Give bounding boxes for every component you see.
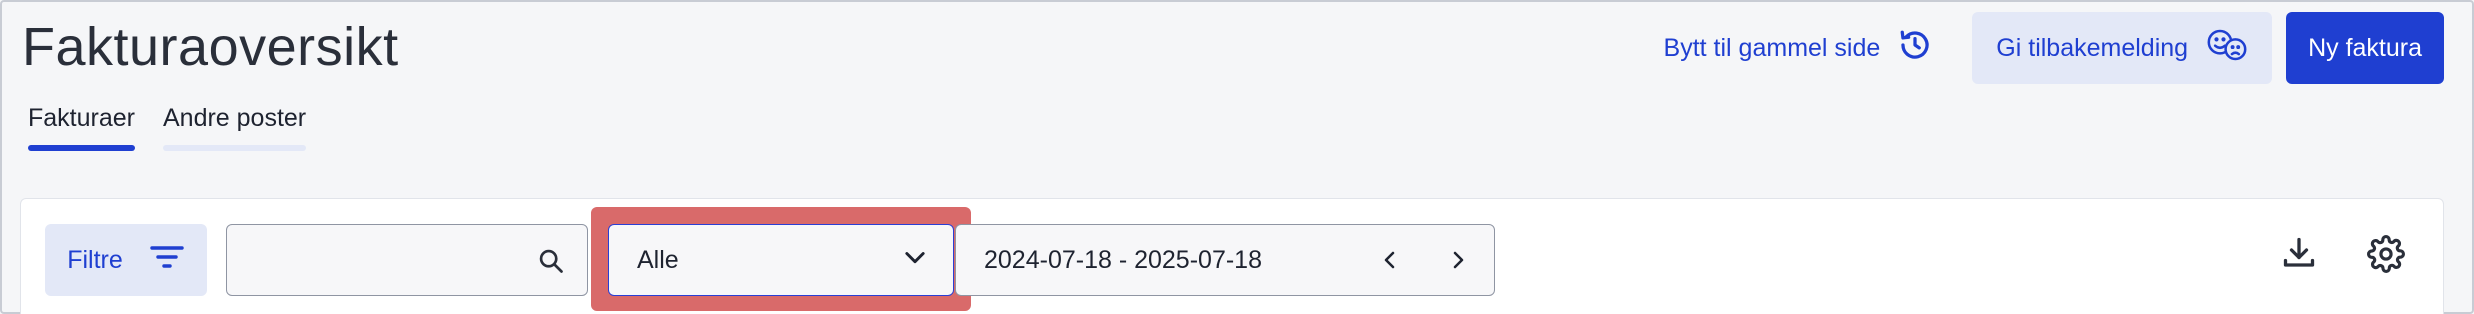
search-field — [226, 224, 588, 296]
date-range-value: 2024-07-18 - 2025-07-18 — [984, 245, 1262, 274]
tab-indicator — [162, 145, 307, 151]
filter-panel: Filtre Alle 2024-07-18 - 2025-07-18 — [20, 198, 2444, 314]
search-input[interactable] — [227, 225, 587, 295]
chevron-right-icon[interactable] — [1446, 248, 1470, 272]
switch-old-page-label: Bytt til gammel side — [1663, 33, 1881, 62]
header-actions: Bytt til gammel side Gi tilbakemelding N… — [1664, 12, 2444, 84]
tab-fakturaer[interactable]: Fakturaer — [28, 104, 135, 151]
page-title: Fakturaoversikt — [22, 17, 399, 77]
status-select-value: Alle — [637, 245, 679, 274]
new-invoice-button[interactable]: Ny faktura — [2286, 12, 2444, 84]
filter-lines-icon — [149, 243, 185, 278]
history-icon — [1898, 28, 1932, 69]
tab-andre-poster[interactable]: Andre poster — [162, 104, 307, 151]
filter-button[interactable]: Filtre — [45, 224, 207, 296]
chevron-left-icon[interactable] — [1378, 248, 1402, 272]
faces-icon — [2206, 28, 2248, 69]
date-range-picker[interactable]: 2024-07-18 - 2025-07-18 — [955, 224, 1495, 296]
switch-old-page-link[interactable]: Bytt til gammel side — [1664, 28, 1933, 69]
date-nav — [1378, 248, 1470, 272]
tab-active-indicator — [28, 145, 135, 151]
chevron-down-icon — [901, 243, 929, 278]
download-icon[interactable] — [2281, 235, 2317, 276]
filter-button-label: Filtre — [67, 245, 123, 274]
tab-bar: Fakturaer Andre poster — [28, 104, 307, 151]
status-select[interactable]: Alle — [608, 224, 954, 296]
feedback-label: Gi tilbakemelding — [1996, 33, 2189, 62]
gear-icon[interactable] — [2367, 235, 2405, 278]
feedback-button[interactable]: Gi tilbakemelding — [1972, 12, 2273, 84]
tab-label: Andre poster — [162, 104, 307, 132]
search-icon[interactable] — [537, 247, 565, 280]
tab-label: Fakturaer — [28, 104, 135, 132]
